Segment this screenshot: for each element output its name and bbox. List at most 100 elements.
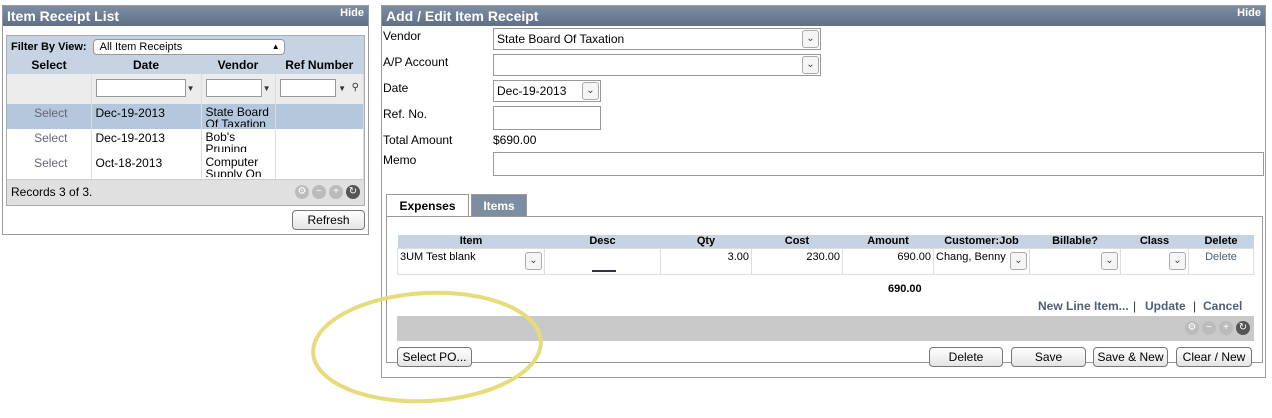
list-hide-link[interactable]: Hide (340, 6, 364, 20)
records-count: Records 3 of 3. (11, 185, 93, 199)
chevron-down-icon[interactable]: ⌄ (582, 82, 599, 100)
ref-filter-input[interactable] (279, 79, 336, 97)
list-grid-container: Filter By View: All Item Receipts ▲ Sele… (6, 35, 365, 206)
vendor-label: Vendor (383, 29, 422, 43)
text-cursor-marker (592, 269, 616, 272)
total-amount-label: Total Amount (383, 133, 453, 147)
ref-no-input[interactable] (493, 106, 601, 130)
items-grid: Item Desc Qty Cost Amount Customer:Job B… (397, 235, 1254, 275)
desc-cell[interactable] (544, 247, 661, 275)
list-footer: Records 3 of 3. ⚙ − + ↻ (7, 179, 364, 205)
minus-icon[interactable]: − (1202, 321, 1216, 335)
gear-icon[interactable]: ⚙ (1185, 321, 1199, 335)
select-link[interactable]: Select (7, 104, 92, 129)
memo-input[interactable] (493, 152, 1264, 176)
chevron-down-icon[interactable]: ⌄ (802, 30, 819, 48)
cost-cell[interactable]: 230.00 (751, 247, 843, 275)
col-ref-number[interactable]: Ref Number (275, 56, 364, 74)
tab-items[interactable]: Items (471, 194, 527, 216)
row-vendor: Computer Supply On (201, 154, 276, 179)
vendor-filter-input[interactable] (205, 79, 262, 97)
save-and-new-button[interactable]: Save & New (1093, 347, 1168, 367)
date-label: Date (383, 81, 409, 95)
date-select[interactable]: Dec-19-2013 ⌄ (493, 80, 601, 102)
items-pager-icons: ⚙ − + ↻ (1185, 321, 1250, 335)
item-line-row: 3UM Test blank ⌄ 3.00 230.00 690.00 Chan… (397, 247, 1254, 275)
qty-cell[interactable]: 3.00 (660, 247, 752, 275)
row-vendor-text: State Board Of Taxation (205, 106, 269, 127)
highlight-ellipse-shape (311, 290, 543, 404)
chevron-down-icon[interactable]: ⌄ (1169, 251, 1186, 270)
filter-bar: Filter By View: All Item Receipts ▲ (7, 36, 364, 56)
total-amount-value: $690.00 (493, 133, 537, 147)
plus-icon[interactable]: + (1219, 321, 1233, 335)
billable-cell[interactable]: ⌄ (1029, 247, 1121, 275)
chevron-down-icon[interactable]: ⌄ (802, 56, 819, 74)
col-select: Select (7, 56, 91, 74)
col-amount: Amount (842, 235, 934, 248)
ap-account-select[interactable]: ⌄ (493, 54, 821, 76)
chevron-down-icon[interactable]: ⌄ (1101, 251, 1118, 270)
table-row[interactable]: Select Dec-19-2013 State Board Of Taxati… (7, 104, 364, 129)
row-ref (275, 104, 364, 129)
list-panel-header: Item Receipt List Hide (3, 6, 368, 26)
item-value: 3UM Test blank (400, 250, 476, 263)
col-qty: Qty (660, 235, 752, 248)
date-value: Dec-19-2013 (497, 84, 567, 98)
clear-new-button[interactable]: Clear / New (1176, 347, 1252, 367)
col-billable: Billable? (1029, 235, 1121, 248)
memo-label: Memo (383, 153, 417, 167)
row-date: Dec-19-2013 (91, 129, 202, 154)
vendor-filter-dropdown-icon[interactable]: ▼ (263, 84, 271, 93)
minus-icon[interactable]: − (312, 185, 326, 199)
amount-cell[interactable]: 690.00 (842, 247, 934, 275)
row-vendor-text: Bob's Pruning (205, 131, 247, 152)
receipt-table: Select Date Vendor Ref Number ▼ ▼ ▼ ⚲ Se… (7, 56, 364, 179)
table-row[interactable]: Select Oct-18-2013 Computer Supply On (7, 154, 364, 179)
row-date: Oct-18-2013 (91, 154, 202, 179)
chevron-down-icon[interactable]: ⌄ (1010, 251, 1027, 270)
list-panel-title: Item Receipt List (7, 8, 120, 24)
col-delete: Delete (1188, 235, 1254, 248)
row-ref (275, 129, 364, 154)
plus-icon[interactable]: + (329, 185, 343, 199)
customer-job-cell[interactable]: Chang, Benny ⌄ (933, 247, 1030, 275)
receipt-table-header: Select Date Vendor Ref Number (7, 56, 364, 74)
ref-filter-dropdown-icon[interactable]: ▼ (338, 84, 346, 93)
gear-icon[interactable]: ⚙ (295, 185, 309, 199)
col-date[interactable]: Date (91, 56, 201, 74)
row-vendor: Bob's Pruning (201, 129, 276, 154)
col-class: Class (1120, 235, 1189, 248)
select-link[interactable]: Select (7, 129, 92, 154)
refresh-button[interactable]: Refresh (292, 210, 365, 230)
update-link[interactable]: Update (1145, 299, 1186, 313)
col-vendor[interactable]: Vendor (201, 56, 275, 74)
table-row[interactable]: Select Dec-19-2013 Bob's Pruning (7, 129, 364, 154)
filter-view-select[interactable]: All Item Receipts ▲ (92, 39, 285, 55)
form-hide-link[interactable]: Hide (1237, 6, 1261, 20)
new-line-item-link[interactable]: New Line Item... (1038, 299, 1129, 313)
filter-pin-icon[interactable]: ⚲ (352, 82, 359, 93)
select-link[interactable]: Select (7, 154, 92, 179)
vendor-select[interactable]: State Board Of Taxation ⌄ (493, 28, 821, 50)
class-cell[interactable]: ⌄ (1120, 247, 1189, 275)
row-ref (275, 154, 364, 179)
filter-row: ▼ ▼ ▼ ⚲ (7, 74, 364, 104)
delete-button[interactable]: Delete (929, 347, 1003, 367)
highlight-ellipse (311, 290, 543, 404)
form-panel-title: Add / Edit Item Receipt (386, 8, 539, 24)
refresh-icon[interactable]: ↻ (1236, 321, 1250, 335)
cancel-link[interactable]: Cancel (1203, 299, 1242, 313)
save-button[interactable]: Save (1011, 347, 1086, 367)
col-cost: Cost (751, 235, 843, 248)
date-filter-input[interactable] (95, 79, 186, 97)
tab-expenses[interactable]: Expenses (386, 194, 469, 216)
refresh-icon[interactable]: ↻ (346, 185, 360, 199)
item-cell[interactable]: 3UM Test blank ⌄ (397, 247, 545, 275)
date-filter-dropdown-icon[interactable]: ▼ (187, 84, 195, 93)
col-customer-job: Customer:Job (933, 235, 1030, 248)
delete-line-link[interactable]: Delete (1188, 247, 1254, 275)
row-vendor: State Board Of Taxation (201, 104, 276, 129)
chevron-down-icon[interactable]: ⌄ (525, 251, 542, 270)
items-total-amount: 690.00 (888, 283, 922, 295)
